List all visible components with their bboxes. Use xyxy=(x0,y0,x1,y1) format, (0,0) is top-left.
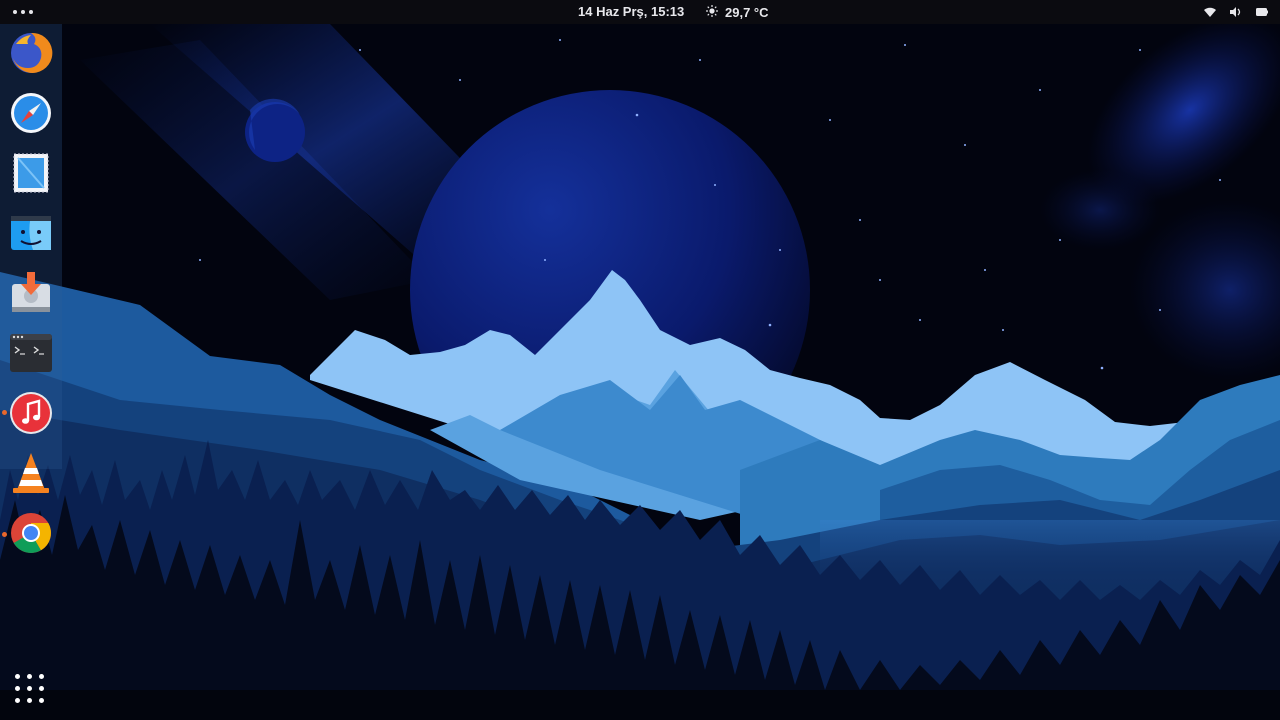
download-drive-icon xyxy=(12,272,50,312)
running-indicator-chrome xyxy=(2,532,7,537)
chrome-icon xyxy=(11,513,51,553)
system-status-area[interactable] xyxy=(1204,5,1268,19)
volume-icon xyxy=(1230,7,1242,17)
dock-item-terminal[interactable] xyxy=(8,330,54,376)
dock-item-mail[interactable] xyxy=(8,150,54,196)
wifi-icon xyxy=(1204,7,1216,17)
terminal-icon xyxy=(10,334,52,372)
weather-indicator[interactable]: 29,7 °C xyxy=(706,5,769,20)
dock-item-installer[interactable] xyxy=(8,270,54,316)
battery-icon xyxy=(1256,8,1268,16)
clock[interactable]: 14 Haz Prş, 15:13 xyxy=(578,5,684,19)
vlc-cone-icon xyxy=(13,453,49,493)
temperature-label: 29,7 °C xyxy=(725,5,769,20)
dock-item-firefox[interactable] xyxy=(8,30,54,76)
running-indicator-music xyxy=(2,410,7,415)
dots-icon-dot xyxy=(29,10,33,14)
show-applications-button[interactable] xyxy=(15,674,47,706)
dock-item-chrome[interactable] xyxy=(8,510,54,556)
music-note-icon xyxy=(10,392,52,434)
dock-item-vlc[interactable] xyxy=(8,450,54,496)
activities-button[interactable] xyxy=(12,6,34,18)
dock-item-finder[interactable] xyxy=(8,210,54,256)
top-bar: 14 Haz Prş, 15:13 29,7 °C xyxy=(0,0,1280,24)
dock xyxy=(0,24,62,553)
dock-item-music[interactable] xyxy=(8,390,54,436)
dock-item-safari[interactable] xyxy=(8,90,54,136)
desktop-wallpaper xyxy=(0,0,1280,720)
dots-icon-dot xyxy=(21,10,25,14)
dots-icon xyxy=(13,10,17,14)
firefox-icon xyxy=(11,32,53,73)
mail-stamp-icon xyxy=(13,153,49,193)
compass-icon xyxy=(11,93,51,133)
finder-icon xyxy=(11,216,51,250)
sun-icon xyxy=(706,5,720,20)
